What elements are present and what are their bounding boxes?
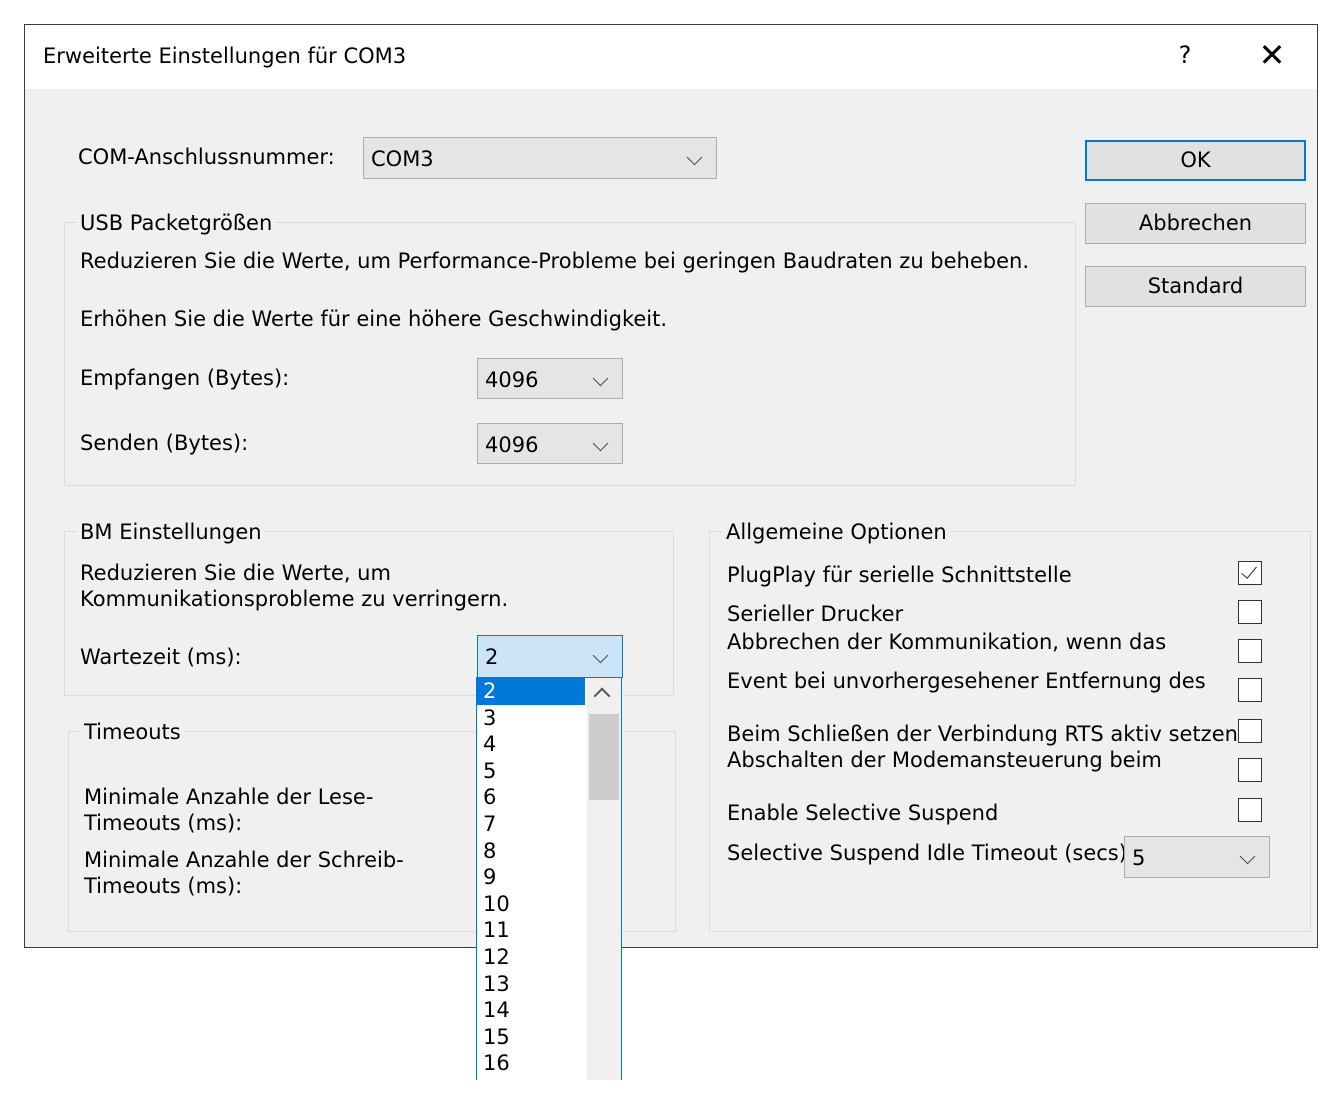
chevron-down-icon [592,370,609,387]
dialog-window: Erweiterte Einstellungen für COM3 ? ✕ CO… [24,24,1318,948]
receive-value: 4096 [485,368,539,392]
dropdown-option[interactable]: 12 [477,944,585,971]
usb-group-legend: USB Packetgrößen [77,210,276,236]
com-port-label: COM-Anschlussnummer: [78,145,335,169]
title-bar: Erweiterte Einstellungen für COM3 ? ✕ [25,25,1317,89]
dropdown-option[interactable]: 4 [477,731,585,758]
chevron-down-icon [1239,848,1256,865]
latency-select[interactable]: 2 [477,635,623,678]
latency-dropdown-list[interactable]: 2 3 4 5 6 7 8 9 10 11 12 13 14 15 16 [476,677,622,1080]
idle-timeout-select[interactable]: 5 [1124,836,1270,878]
dropdown-option[interactable]: 11 [477,917,585,944]
chevron-down-icon [592,435,609,452]
send-select[interactable]: 4096 [477,423,623,464]
dropdown-option[interactable]: 15 [477,1024,585,1051]
receive-select[interactable]: 4096 [477,358,623,399]
idle-timeout-label: Selective Suspend Idle Timeout (secs): [727,841,1135,865]
usb-desc-increase: Erhöhen Sie die Werte für eine höhere Ge… [80,307,668,331]
dropdown-option[interactable]: 14 [477,997,585,1024]
dropdown-option[interactable]: 8 [477,838,585,865]
dialog-title: Erweiterte Einstellungen für COM3 [43,44,407,68]
dropdown-option[interactable]: 5 [477,758,585,785]
option-disable-modem-ctrl-checkbox[interactable] [1238,758,1262,782]
option-plugplay-checkbox[interactable] [1238,561,1262,585]
option-serial-printer-checkbox[interactable] [1238,600,1262,624]
screen: { "window": { "title": "Erweiterte Einst… [0,0,1343,1105]
option-serial-printer-label: Serieller Drucker [727,602,904,626]
latency-value: 2 [485,645,499,669]
bm-desc: Reduzieren Sie die Werte, um Kommunikati… [80,561,509,611]
option-disable-modem-ctrl-label: Abschalten der Modemansteuerung beim Hoc… [727,748,1162,772]
dropdown-option[interactable]: 9 [477,864,585,891]
chevron-down-icon [592,647,609,664]
ok-button[interactable]: OK [1085,140,1306,181]
option-surprise-removal-checkbox[interactable] [1238,678,1262,702]
timeouts-group-legend: Timeouts [81,719,184,745]
dropdown-option[interactable]: 2 [477,678,585,705]
close-icon[interactable]: ✕ [1257,35,1287,75]
read-timeout-label: Minimale Anzahle der Lese-Timeouts (ms): [84,785,374,835]
bm-group-legend: BM Einstellungen [77,519,265,545]
option-rts-on-close-checkbox[interactable] [1238,719,1262,743]
option-cancel-on-poweroff-checkbox[interactable] [1238,639,1262,663]
dropdown-option[interactable]: 16 [477,1050,585,1077]
default-button[interactable]: Standard [1085,266,1306,307]
option-surprise-removal-label: Event bei unvorhergesehener Entfernung d… [727,669,1206,693]
chevron-up-icon[interactable] [593,687,611,705]
latency-label: Wartezeit (ms): [80,645,242,669]
dropdown-option[interactable]: 3 [477,705,585,732]
option-plugplay-label: PlugPlay für serielle Schnittstelle [727,563,1072,587]
usb-desc-reduce: Reduzieren Sie die Werte, um Performance… [80,249,1030,273]
option-rts-on-close-label: Beim Schließen der Verbindung RTS aktiv … [727,722,1238,746]
cancel-button[interactable]: Abbrechen [1085,203,1306,244]
chevron-down-icon [686,149,703,166]
dropdown-scrollbar[interactable] [587,678,621,1080]
dropdown-option[interactable]: 7 [477,811,585,838]
dropdown-option[interactable]: 6 [477,784,585,811]
com-port-select[interactable]: COM3 [363,137,717,179]
com-port-value: COM3 [371,147,434,171]
option-cancel-on-poweroff-label: Abbrechen der Kommunikation, wenn das Ge… [727,630,1167,654]
dropdown-option[interactable]: 13 [477,971,585,998]
send-label: Senden (Bytes): [80,431,249,455]
receive-label: Empfangen (Bytes): [80,366,290,390]
idle-timeout-value: 5 [1132,846,1146,870]
options-group-legend: Allgemeine Optionen [723,519,950,545]
dropdown-option[interactable]: 10 [477,891,585,918]
option-selective-suspend-label: Enable Selective Suspend [727,801,999,825]
write-timeout-label: Minimale Anzahle der Schreib-Timeouts (m… [84,848,404,898]
option-selective-suspend-checkbox[interactable] [1238,798,1262,822]
help-icon[interactable]: ? [1173,41,1197,69]
send-value: 4096 [485,433,539,457]
scrollbar-thumb[interactable] [589,714,619,800]
